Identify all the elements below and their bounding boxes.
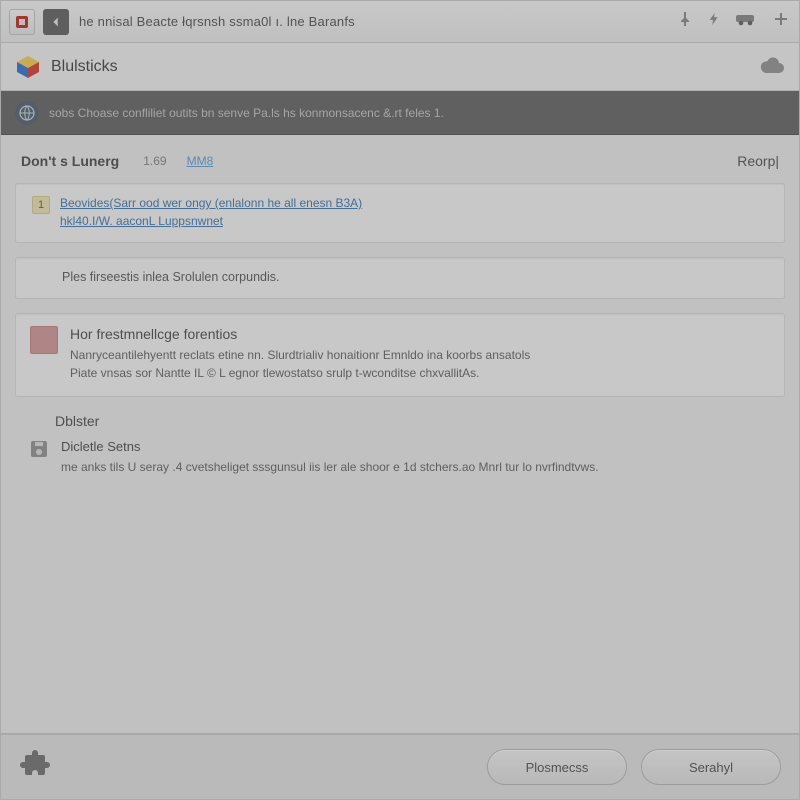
pin-icon[interactable] <box>677 11 693 32</box>
result-card-1: 1 Beovides(Sarr ood wer ongy (enlalonn h… <box>15 183 785 243</box>
section-body: me anks tils U seray .4 cvetsheliget sss… <box>61 458 599 476</box>
section-block: Dicletle Setns me anks tils U seray .4 c… <box>15 437 785 484</box>
panel-count: 1.69 <box>143 154 166 168</box>
highlight-card: Hor frestmnellcge forentios Nanryceantil… <box>15 313 785 397</box>
app-icon <box>9 9 35 35</box>
car-icon[interactable] <box>735 12 759 31</box>
footer-button-left[interactable]: Plosmecss <box>487 749 627 785</box>
back-button[interactable] <box>43 9 69 35</box>
app-window: he nnisal Beacte łqrsnsh ssma0l ı. lne B… <box>0 0 800 800</box>
titlebar: he nnisal Beacte łqrsnsh ssma0l ı. lne B… <box>1 1 799 43</box>
footer-bar: Plosmecss Serahyl <box>1 733 799 799</box>
section-title: Dicletle Setns <box>61 439 599 454</box>
bolt-icon[interactable] <box>707 11 721 32</box>
plus-icon[interactable] <box>773 11 789 32</box>
highlight-body-2: Piate vnsas sor Nantte IL © L egnor tlew… <box>70 364 768 382</box>
highlight-icon <box>30 326 58 354</box>
window-title: he nnisal Beacte łqrsnsh ssma0l ı. lne B… <box>79 14 355 29</box>
title-actions <box>677 11 789 32</box>
result-link-1a[interactable]: Beovides(Sarr ood wer ongy (enlalonn he … <box>60 196 362 210</box>
rank-badge: 1 <box>32 196 50 214</box>
card2-text: Ples firseestis inlea Srolulen corpundis… <box>62 270 768 284</box>
cloud-icon[interactable] <box>759 55 785 78</box>
puzzle-icon[interactable] <box>19 749 51 786</box>
notice-bar: sobs Choase confliliet outits bn senve P… <box>1 91 799 135</box>
globe-icon <box>15 101 39 125</box>
cube-icon <box>15 54 41 80</box>
disk-icon <box>29 439 49 464</box>
footer-button-right[interactable]: Serahyl <box>641 749 781 785</box>
panel-tab[interactable]: MM8 <box>187 154 214 168</box>
result-link-1b[interactable]: hkl40.I/W. aaconL Luppsnwnet <box>60 214 362 228</box>
result-card-2: Ples firseestis inlea Srolulen corpundis… <box>15 257 785 299</box>
highlight-body-1: Nanryceantilehyentt reclats etine nn. Sl… <box>70 346 768 364</box>
panel-right-link[interactable]: Reorp| <box>737 153 779 169</box>
section-label: Dblster <box>15 411 785 437</box>
panel-header: Don't s Lunerg 1.69 MM8 Reorp| <box>15 147 785 183</box>
subheader: Blulsticks <box>1 43 799 91</box>
panel-title: Don't s Lunerg <box>21 153 119 169</box>
brand-label: Blulsticks <box>51 58 118 76</box>
content: Don't s Lunerg 1.69 MM8 Reorp| 1 Beovide… <box>1 135 799 733</box>
highlight-title: Hor frestmnellcge forentios <box>70 326 768 342</box>
notice-text: sobs Choase confliliet outits bn senve P… <box>49 106 444 120</box>
